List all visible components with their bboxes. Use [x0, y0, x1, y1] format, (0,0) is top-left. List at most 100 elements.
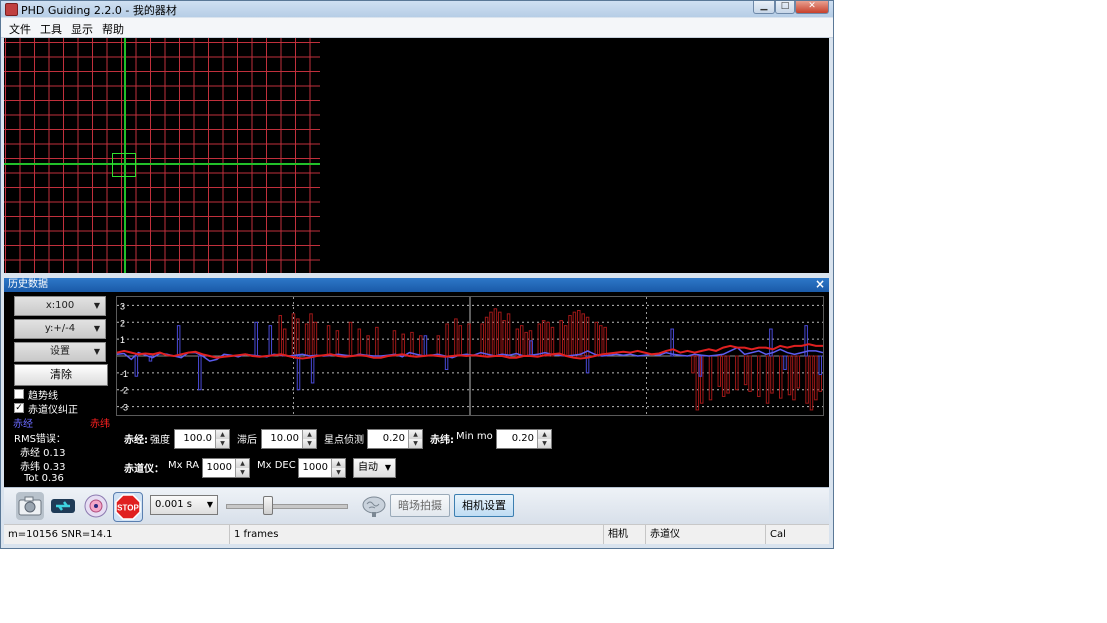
dropdown-arrow-icon: ▼: [206, 500, 213, 509]
dec-pulse-bar: [559, 320, 563, 357]
rms-dec: 赤纬 0.33: [20, 462, 66, 473]
spin-down-icon[interactable]: ▼: [331, 468, 345, 477]
dec-minmove-label: Min mo: [456, 431, 493, 442]
settings-label: 设置: [50, 346, 70, 357]
mount-correct-checkbox[interactable]: ✓: [14, 403, 24, 413]
dec-pulse-bar: [309, 313, 313, 357]
camera-icon[interactable]: [16, 492, 44, 520]
dec-pulse-bar: [568, 315, 572, 357]
dec-pulse-bar: [489, 311, 493, 357]
spin-down-icon[interactable]: ▼: [235, 468, 249, 477]
dec-mode-select[interactable]: 自动 ▼: [353, 458, 396, 478]
x-scale-dropdown[interactable]: x:100 ▼: [14, 296, 106, 316]
maximize-icon[interactable]: □: [775, 1, 795, 14]
dec-pulse-bar: [498, 311, 502, 357]
settings-dropdown[interactable]: 设置 ▼: [14, 342, 106, 362]
clear-button[interactable]: 清除: [14, 364, 108, 386]
ra-params-label: 赤经:: [124, 435, 148, 446]
dec-pulse-bar: [809, 355, 814, 411]
dec-minmove-spinner[interactable]: 0.20 ▲ ▼: [496, 429, 552, 449]
menu-file[interactable]: 文件: [9, 21, 31, 37]
dec-pulse-bar: [743, 355, 748, 386]
ra-minmove-value: 0.20: [382, 433, 405, 444]
dec-params-label: 赤纬:: [430, 435, 454, 446]
legend-ra: 赤经: [13, 419, 33, 430]
stop-glyph: STOP: [115, 494, 141, 520]
app-icon: [5, 3, 18, 16]
max-dec-spinner[interactable]: 1000 ▲ ▼: [298, 458, 346, 478]
dec-pulse-bar: [541, 320, 546, 357]
history-panel-header: 历史数据 ×: [4, 278, 829, 292]
guide-icon[interactable]: [82, 492, 110, 520]
history-chart-svg: 3 2 1 -1 -2 -3: [116, 297, 824, 415]
status-frames: 1 frames: [230, 525, 604, 544]
y-scale-dropdown[interactable]: y:+/-4 ▼: [14, 319, 106, 339]
hysteresis-value: 10.00: [270, 433, 299, 444]
ra-minmove-spinner[interactable]: 0.20 ▲ ▼: [367, 429, 423, 449]
ra-pulse-bar: [176, 325, 181, 357]
phd-main-window: PHD Guiding 2.2.0 - 我的器材 ▁ □ ✕ 文件 工具 显示 …: [0, 0, 834, 549]
menu-help[interactable]: 帮助: [102, 21, 124, 37]
camera-frame-view[interactable]: [4, 38, 829, 273]
ra-pulse-bar: [134, 355, 139, 377]
dec-pulse-bar: [757, 355, 761, 397]
max-dec-label: Mx DEC: [257, 460, 296, 471]
rms-title: RMS错误：: [14, 434, 66, 445]
guide-history-chart: 3 2 1 -1 -2 -3: [116, 296, 824, 416]
camera-glyph: [18, 496, 42, 516]
close-icon[interactable]: ×: [815, 278, 825, 291]
spin-down-icon[interactable]: ▼: [537, 439, 551, 448]
dec-pulse-bar: [278, 315, 283, 357]
history-graph-panel: x:100 ▼ y:+/-4 ▼ 设置 ▼ 清除 趋势线 ✓ 赤道仪纠正 赤经 赤纬 …: [4, 292, 829, 487]
brain-icon[interactable]: [360, 492, 388, 520]
dec-pulse-bar: [691, 355, 695, 374]
dec-pulse-bar: [563, 325, 568, 357]
dec-pulse-bar: [748, 355, 752, 392]
hysteresis-spinner[interactable]: 10.00 ▲ ▼: [261, 429, 317, 449]
stop-icon[interactable]: STOP: [113, 492, 143, 522]
gamma-slider-track[interactable]: [226, 504, 348, 509]
ra-pulse-bar: [198, 355, 202, 391]
dark-library-button[interactable]: 暗场拍摄: [390, 494, 450, 517]
aggressiveness-spinner[interactable]: 100.0 ▲ ▼: [174, 429, 230, 449]
camera-settings-button[interactable]: 相机设置: [454, 494, 514, 517]
dec-pulse-bar: [392, 330, 397, 357]
dec-pulse-bar: [291, 313, 296, 357]
spin-down-icon[interactable]: ▼: [215, 439, 229, 448]
loop-icon[interactable]: [49, 492, 77, 520]
trendlines-label: 趋势线: [28, 391, 58, 402]
max-ra-value: 1000: [206, 462, 232, 473]
y-tick-label: 1: [120, 335, 125, 345]
ra-minmove-label: 星点侦测: [324, 435, 364, 446]
ra-pulse-bar: [769, 328, 773, 357]
minimize-icon[interactable]: ▁: [753, 1, 775, 14]
menu-tools[interactable]: 工具: [40, 21, 62, 37]
exposure-select[interactable]: 0.001 s ▼: [150, 495, 218, 515]
dec-pulse-bar: [484, 316, 489, 357]
gamma-slider-thumb[interactable]: [263, 496, 273, 515]
max-ra-spinner[interactable]: 1000 ▲ ▼: [202, 458, 250, 478]
trendlines-checkbox[interactable]: [14, 389, 24, 399]
y-tick-label: -1: [120, 369, 128, 379]
dec-pulse-bar: [348, 321, 353, 357]
hysteresis-label: 滞后: [237, 435, 257, 446]
dec-pulse-bar: [304, 323, 309, 357]
dec-pulse-bar: [792, 355, 796, 401]
window-title: PHD Guiding 2.2.0 - 我的器材: [21, 4, 177, 17]
spin-down-icon[interactable]: ▼: [302, 439, 316, 448]
menu-view[interactable]: 显示: [71, 21, 93, 37]
dropdown-arrow-icon: ▼: [93, 301, 100, 310]
spin-down-icon[interactable]: ▼: [408, 439, 422, 448]
ra-pulse-bar: [310, 355, 315, 384]
dec-pulse-bar: [695, 355, 700, 411]
y-tick-label: 2: [120, 318, 125, 328]
history-title: 历史数据: [8, 279, 48, 290]
close-icon[interactable]: ✕: [795, 1, 829, 14]
dec-minmove-value: 0.20: [511, 433, 534, 444]
max-dec-value: 1000: [302, 462, 328, 473]
dec-pulse-bar: [419, 335, 423, 357]
status-star-stats: m=10156 SNR=14.1: [4, 525, 230, 544]
svg-text:STOP: STOP: [117, 504, 139, 513]
dropdown-arrow-icon: ▼: [93, 324, 100, 333]
dec-pulse-bar: [770, 355, 774, 394]
